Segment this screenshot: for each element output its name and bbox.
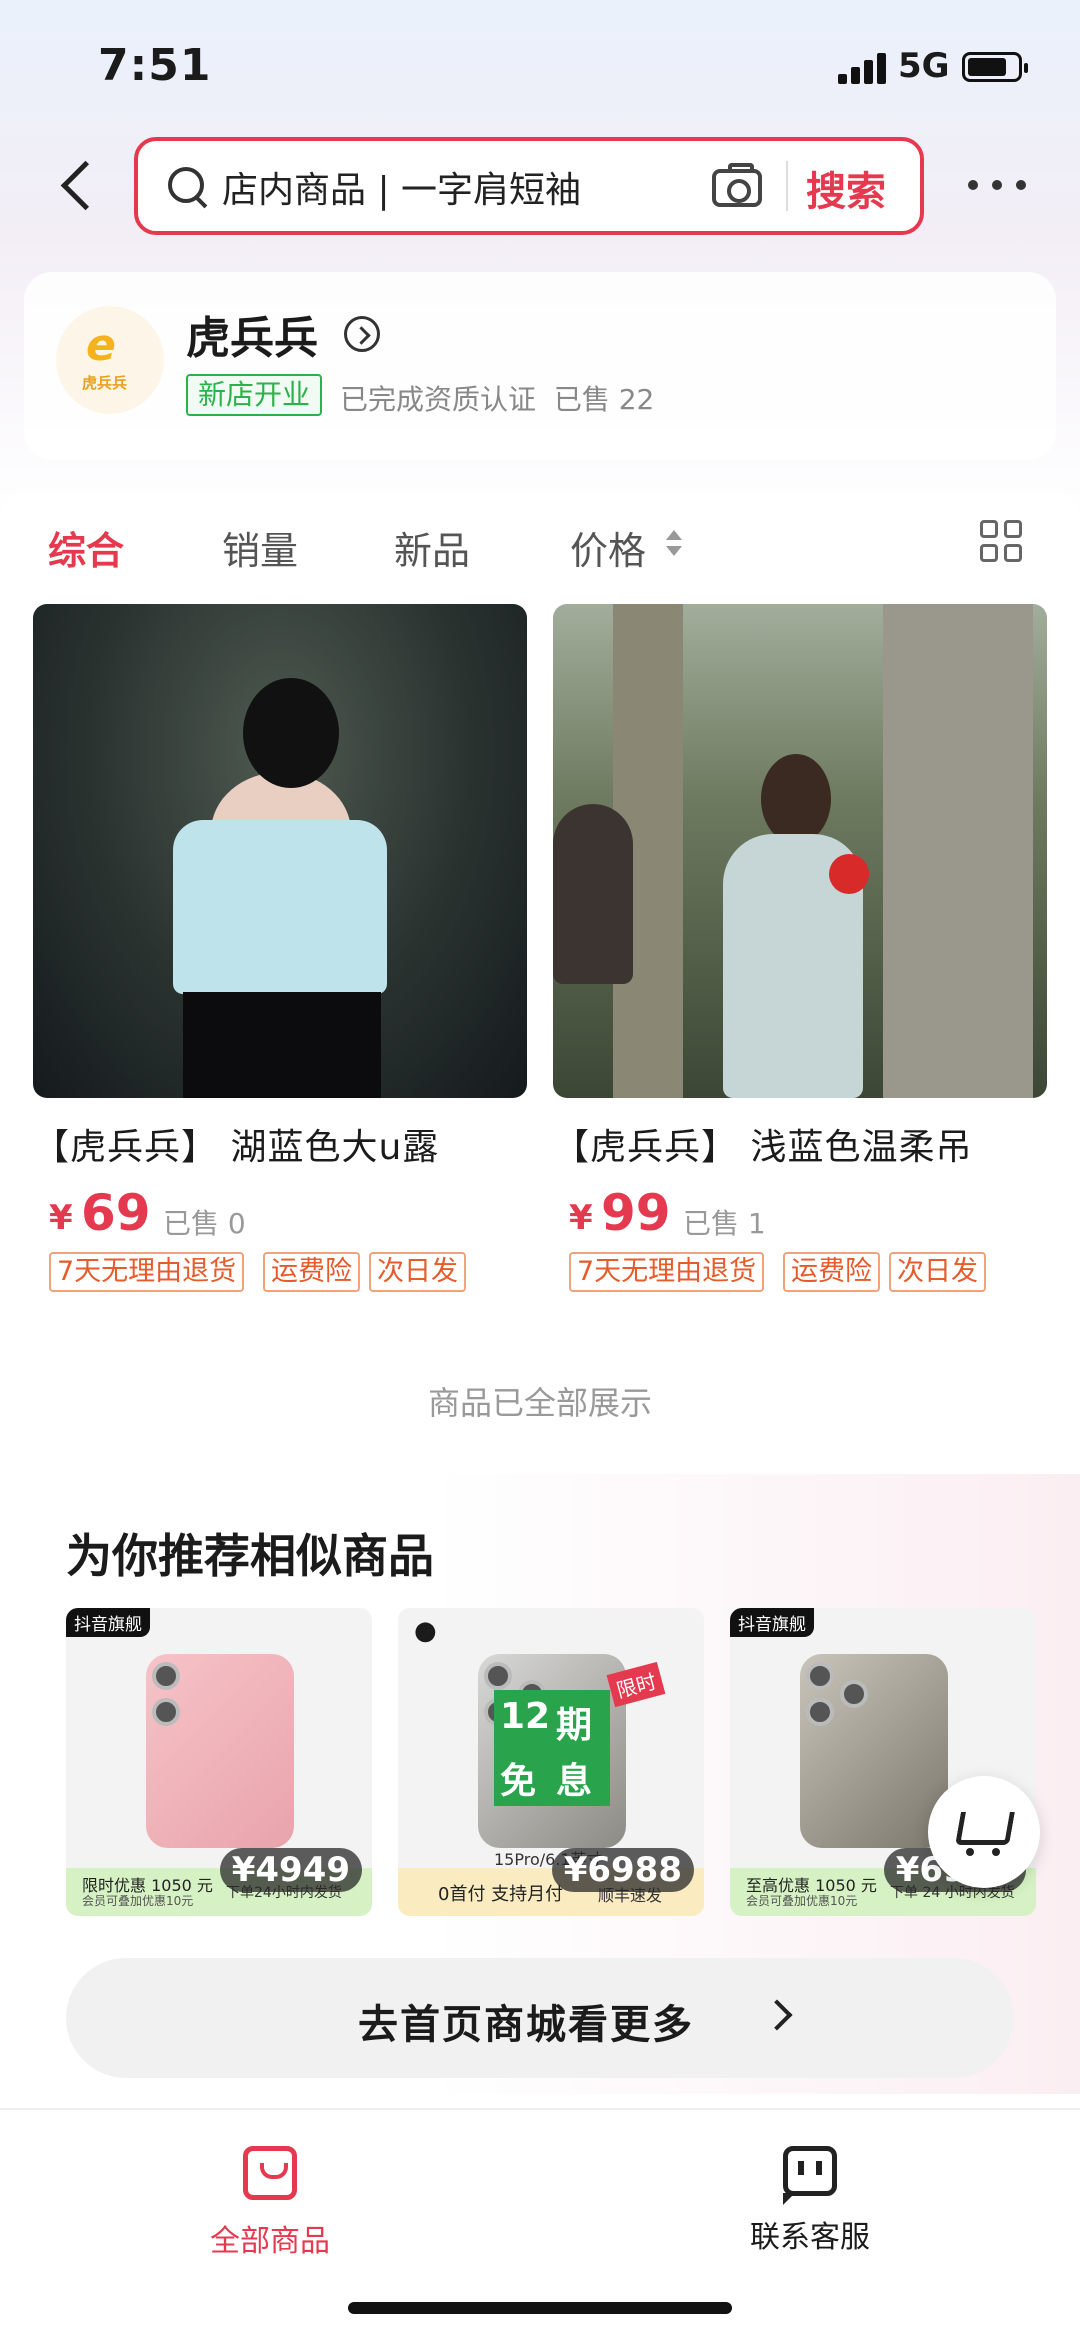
recommend-title: 为你推荐相似商品 [66, 1529, 434, 1583]
cert-label: 已完成资质认证 [340, 383, 537, 416]
cart-icon[interactable] [928, 1776, 1040, 1888]
battery-icon [962, 52, 1028, 82]
badge-shipping-insurance: 运费险 [783, 1252, 880, 1292]
promo-subtext: 会员可叠加优惠10元 [746, 1894, 858, 1908]
status-time: 7:51 [98, 40, 212, 91]
flagship-tag: 抖音旗舰 [66, 1608, 150, 1637]
grid-view-icon[interactable] [980, 520, 1024, 564]
shop-name[interactable]: 虎兵兵 [186, 302, 318, 366]
recommend-price: ¥4949 [219, 1848, 362, 1892]
all-shown-text: 商品已全部展示 [427, 1384, 652, 1422]
product-price: 69 [81, 1184, 151, 1242]
promo-char: 期 [556, 1705, 593, 1746]
nav-contact-label: 联系客服 [750, 2220, 870, 2255]
more-icon[interactable] [968, 160, 1038, 210]
price-symbol: ¥ [569, 1198, 593, 1238]
product-sold: 已售 0 [163, 1207, 246, 1240]
product-card[interactable]: 【虎兵兵】 湖蓝色大u露 ¥ 69 已售 0 7天无理由退货 运费险 次日发 [33, 604, 527, 1292]
nav-contact-service[interactable]: 联系客服 [700, 2146, 920, 2256]
badge-next-day: 次日发 [369, 1252, 466, 1292]
chat-icon [783, 2146, 837, 2205]
network-label: 5G [898, 46, 950, 86]
shop-logo-text: 虎兵兵 [82, 374, 128, 392]
tab-sales[interactable]: 销量 [222, 520, 298, 575]
sort-icon[interactable] [664, 530, 684, 560]
tab-comprehensive[interactable]: 综合 [48, 520, 124, 575]
phone-image [800, 1654, 948, 1848]
promo-digit: 12 [500, 1696, 551, 1737]
apple-icon: ● [414, 1616, 437, 1646]
badge-shipping-insurance: 运费险 [263, 1252, 360, 1292]
shop-sold-count: 已售 22 [553, 383, 655, 416]
tab-price[interactable]: 价格 [570, 520, 646, 575]
product-title[interactable]: 【虎兵兵】 湖蓝色大u露 [33, 1118, 527, 1170]
recommend-item[interactable]: 抖音旗舰 限时优惠 1050 元 会员可叠加优惠10元 下单24小时内发货 ¥4… [66, 1608, 372, 1916]
price-symbol: ¥ [49, 1198, 73, 1238]
nav-all-products-label: 全部商品 [210, 2224, 330, 2259]
back-icon[interactable] [50, 150, 110, 220]
promo-char: 免 [500, 1761, 537, 1802]
recommend-item[interactable]: ● 12 期 免 息 限时 15Pro/6.1英寸 0首付 支持月付 顺丰速发 … [398, 1608, 704, 1916]
shop-card[interactable]: e 虎兵兵 虎兵兵 新店开业 已完成资质认证 已售 22 [24, 272, 1056, 460]
go-home-mall-label: 去首页商城看更多 [358, 2002, 694, 2048]
installment-promo: 12 期 免 息 [494, 1690, 610, 1806]
search-input[interactable]: 店内商品 | 一字肩短袖 搜索 [134, 137, 924, 235]
product-card[interactable]: 【虎兵兵】 浅蓝色温柔吊 ¥ 99 已售 1 7天无理由退货 运费险 次日发 [553, 604, 1047, 1292]
bag-icon [243, 2146, 297, 2200]
camera-icon[interactable] [712, 163, 762, 207]
badge-return: 7天无理由退货 [569, 1252, 765, 1292]
nav-all-products[interactable]: 全部商品 [160, 2146, 380, 2260]
signal-icon [838, 52, 886, 84]
search-button[interactable]: 搜索 [806, 159, 886, 217]
recommend-price: ¥6988 [551, 1848, 694, 1892]
badge-next-day: 次日发 [889, 1252, 986, 1292]
badge-return: 7天无理由退货 [49, 1252, 245, 1292]
shop-arrow-icon[interactable] [344, 316, 380, 352]
new-store-badge: 新店开业 [186, 374, 323, 416]
status-bar: 7:51 5G [0, 0, 1080, 130]
tab-new[interactable]: 新品 [394, 520, 470, 575]
home-indicator [348, 2302, 732, 2314]
search-placeholder: 店内商品 | 一字肩短袖 [222, 170, 582, 211]
product-price: 99 [601, 1184, 671, 1242]
product-title[interactable]: 【虎兵兵】 浅蓝色温柔吊 [553, 1118, 1047, 1170]
shop-logo: e 虎兵兵 [56, 306, 164, 414]
shop-cert-info: 已完成资质认证 已售 22 [340, 378, 654, 418]
promo-subtext: 会员可叠加优惠10元 [82, 1894, 194, 1908]
search-divider [786, 161, 788, 211]
promo-char: 息 [556, 1761, 593, 1802]
product-image[interactable] [33, 604, 527, 1098]
product-image[interactable] [553, 604, 1047, 1098]
product-sold: 已售 1 [683, 1207, 766, 1240]
flagship-tag: 抖音旗舰 [730, 1608, 814, 1637]
search-icon [168, 167, 206, 205]
go-home-mall-button[interactable]: 去首页商城看更多 [66, 1958, 1014, 2078]
phone-image [146, 1654, 294, 1848]
promo-text: 0首付 支持月付 [438, 1884, 564, 1905]
